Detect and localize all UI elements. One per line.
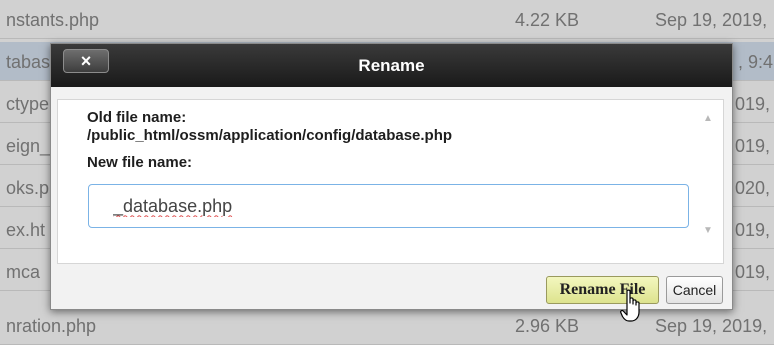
- dialog-titlebar[interactable]: × Rename: [51, 44, 732, 87]
- cancel-button[interactable]: Cancel: [666, 276, 723, 304]
- new-file-name-input[interactable]: [88, 184, 689, 228]
- old-file-name-label: Old file name:: [87, 109, 187, 126]
- dialog-content: Old file name: /public_html/ossm/applica…: [57, 99, 724, 264]
- dialog-title: Rename: [358, 56, 425, 75]
- old-file-path: /public_html/ossm/application/config/dat…: [87, 127, 453, 144]
- hand-pointer-icon: [620, 289, 640, 322]
- rename-dialog: × Rename Old file name: /public_html/oss…: [50, 43, 733, 310]
- scrollbar[interactable]: ▲ ▼: [694, 101, 722, 263]
- new-file-name-label: New file name:: [87, 154, 193, 171]
- scroll-up-arrow-icon[interactable]: ▲: [702, 113, 714, 124]
- scroll-down-arrow-icon[interactable]: ▼: [702, 225, 714, 236]
